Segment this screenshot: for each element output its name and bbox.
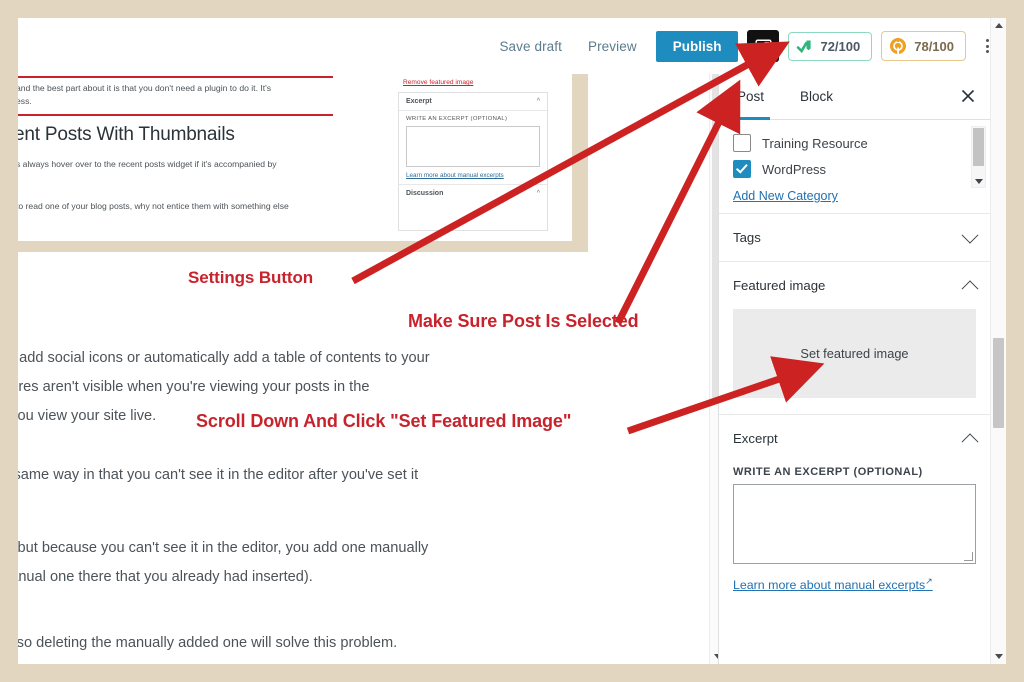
editor-paragraph-4: mage issue so deleting the manually adde… <box>18 635 398 651</box>
set-featured-image-button[interactable]: Set featured image <box>733 309 976 398</box>
embedded-excerpt-learn-link: Learn more about manual excerpts <box>406 172 504 179</box>
settings-button[interactable] <box>747 30 780 62</box>
embedded-paragraph-2: s always hover over to the recent posts … <box>18 159 277 169</box>
embedded-discussion-title: Discussion <box>406 190 444 197</box>
tab-post[interactable]: Post <box>730 74 771 120</box>
editor-toolbar: Save draft Preview Publish 72/100 78/100 <box>18 18 1006 75</box>
embedded-chevron-up-icon: ^ <box>536 98 540 105</box>
section-excerpt-header[interactable]: Excerpt <box>733 415 979 462</box>
embedded-remove-featured-image-link: Remove featured image <box>403 79 474 86</box>
section-tags-header[interactable]: Tags <box>733 214 979 261</box>
readability-score-value: 78/100 <box>914 38 954 54</box>
section-excerpt: Excerpt WRITE AN EXCERPT (OPTIONAL) Lear… <box>719 415 990 594</box>
editor-p1-line1: utomatically add social icons or automat… <box>18 350 430 366</box>
panel-tab-bar: Post Block <box>719 74 990 120</box>
category-list-scrollbar[interactable] <box>971 126 986 188</box>
close-icon <box>961 89 975 103</box>
sidebar-panel-icon <box>755 38 772 54</box>
kebab-dot <box>985 39 989 42</box>
embedded-excerpt-panel: ^ Excerpt WRITE AN EXCERPT (OPTIONAL) Le… <box>398 92 548 231</box>
page-scroll-down-icon[interactable] <box>994 654 1003 659</box>
section-excerpt-title: Excerpt <box>733 431 778 446</box>
kebab-dot <box>985 44 989 48</box>
editor-paragraph-2: n the exact same way in that you can't s… <box>18 467 419 483</box>
add-new-category-link[interactable]: Add New Category <box>733 189 838 203</box>
yoast-seo-icon <box>797 40 812 53</box>
embedded-excerpt-header: ^ Excerpt <box>399 93 547 111</box>
editor-p1-line2: t these features aren't visible when you… <box>18 379 370 395</box>
embedded-screenshot-image: and the best part about it is that you d… <box>18 74 588 252</box>
embedded-heading: ent Posts With Thumbnails <box>18 124 235 145</box>
embedded-red-highlight-box <box>18 76 333 116</box>
preview-button[interactable]: Preview <box>575 39 650 54</box>
category-item-wordpress[interactable]: WordPress <box>733 156 976 182</box>
editor-p1-line3: here when you view your site live. <box>18 408 157 424</box>
embedded-excerpt-textarea <box>406 126 540 167</box>
editor-p3-line1: ge correctly but because you can't see i… <box>18 540 429 556</box>
section-featured-image-header[interactable]: Featured image <box>733 262 979 309</box>
page-scroll-up-icon[interactable] <box>994 23 1003 28</box>
publish-button[interactable]: Publish <box>655 30 739 62</box>
readability-score-badge[interactable]: 78/100 <box>881 31 966 61</box>
embedded-excerpt-label: WRITE AN EXCERPT (OPTIONAL) <box>406 116 508 122</box>
page-scrollbar[interactable] <box>990 18 1006 664</box>
section-tags-title: Tags <box>733 230 761 245</box>
embedded-paragraph-3: to read one of your blog posts, why not … <box>18 201 289 211</box>
save-draft-button[interactable]: Save draft <box>486 39 575 54</box>
embedded-excerpt-body: WRITE AN EXCERPT (OPTIONAL) Learn more a… <box>399 111 547 184</box>
embedded-discussion-header: ^ Discussion <box>399 184 547 202</box>
excerpt-learn-more-link[interactable]: Learn more about manual excerpts↗ <box>733 576 933 592</box>
wordpress-plugin-icon <box>890 37 907 54</box>
embedded-screenshot-inner: and the best part about it is that you d… <box>18 74 572 241</box>
toolbar-actions: Save draft Preview Publish 72/100 78/100 <box>486 18 998 74</box>
category-scrollbar-thumb[interactable] <box>973 128 984 166</box>
chevron-up-icon[interactable] <box>961 279 979 297</box>
annotation-post-selected: Make Sure Post Is Selected <box>408 311 639 331</box>
set-featured-image-label: Set featured image <box>800 346 909 361</box>
embedded-article-preview: and the best part about it is that you d… <box>18 74 333 241</box>
category-checkbox-checked[interactable] <box>733 160 751 178</box>
chevron-up-icon-2[interactable] <box>961 432 979 450</box>
seo-score-badge[interactable]: 72/100 <box>788 31 873 61</box>
close-panel-button[interactable] <box>959 87 977 105</box>
editor-paragraph-3: ge correctly but because you can't see i… <box>18 534 718 592</box>
category-list: Training Resource WordPress Add New Cate… <box>719 120 990 214</box>
editor-p3-line2: eave the manual one there that you alrea… <box>18 569 313 585</box>
embedded-chevron-up-icon-2: ^ <box>536 190 540 197</box>
annotation-set-featured-image: Scroll Down And Click "Set Featured Imag… <box>196 411 572 431</box>
section-featured-image-title: Featured image <box>733 278 826 293</box>
excerpt-learn-more-label: Learn more about manual excerpts <box>733 578 926 593</box>
chevron-down-icon[interactable] <box>961 226 979 244</box>
category-scroll-down-icon[interactable] <box>974 179 983 184</box>
editor-body-text[interactable]: utomatically add social icons or automat… <box>18 344 718 664</box>
embedded-paragraph-1: and the best part about it is that you d… <box>18 83 272 93</box>
page-scrollbar-thumb[interactable] <box>993 338 1004 428</box>
embedded-settings-panel: Remove featured image ^ Excerpt WRITE AN… <box>398 74 558 241</box>
external-link-icon: ↗ <box>925 576 933 586</box>
embedded-paragraph-1b: ess. <box>18 96 32 106</box>
category-checkbox[interactable] <box>733 134 751 152</box>
excerpt-field-label: WRITE AN EXCERPT (OPTIONAL) <box>733 466 923 478</box>
post-settings-panel: Post Block Training Resource WordPress A… <box>718 74 990 664</box>
category-label: WordPress <box>762 161 827 177</box>
kebab-dot <box>985 50 989 53</box>
seo-score-value: 72/100 <box>820 38 861 54</box>
category-item-training-resource[interactable]: Training Resource <box>733 130 976 156</box>
excerpt-textarea[interactable] <box>733 484 976 564</box>
embedded-excerpt-title: Excerpt <box>406 98 432 105</box>
annotation-settings-button: Settings Button <box>188 268 314 287</box>
category-label: Training Resource <box>762 135 868 151</box>
section-tags: Tags <box>719 214 990 262</box>
post-editor-canvas[interactable]: and the best part about it is that you d… <box>18 74 724 664</box>
browser-content-frame: Save draft Preview Publish 72/100 78/100… <box>18 18 1006 664</box>
tab-block[interactable]: Block <box>796 74 837 119</box>
section-featured-image: Featured image Set featured image <box>719 262 990 415</box>
